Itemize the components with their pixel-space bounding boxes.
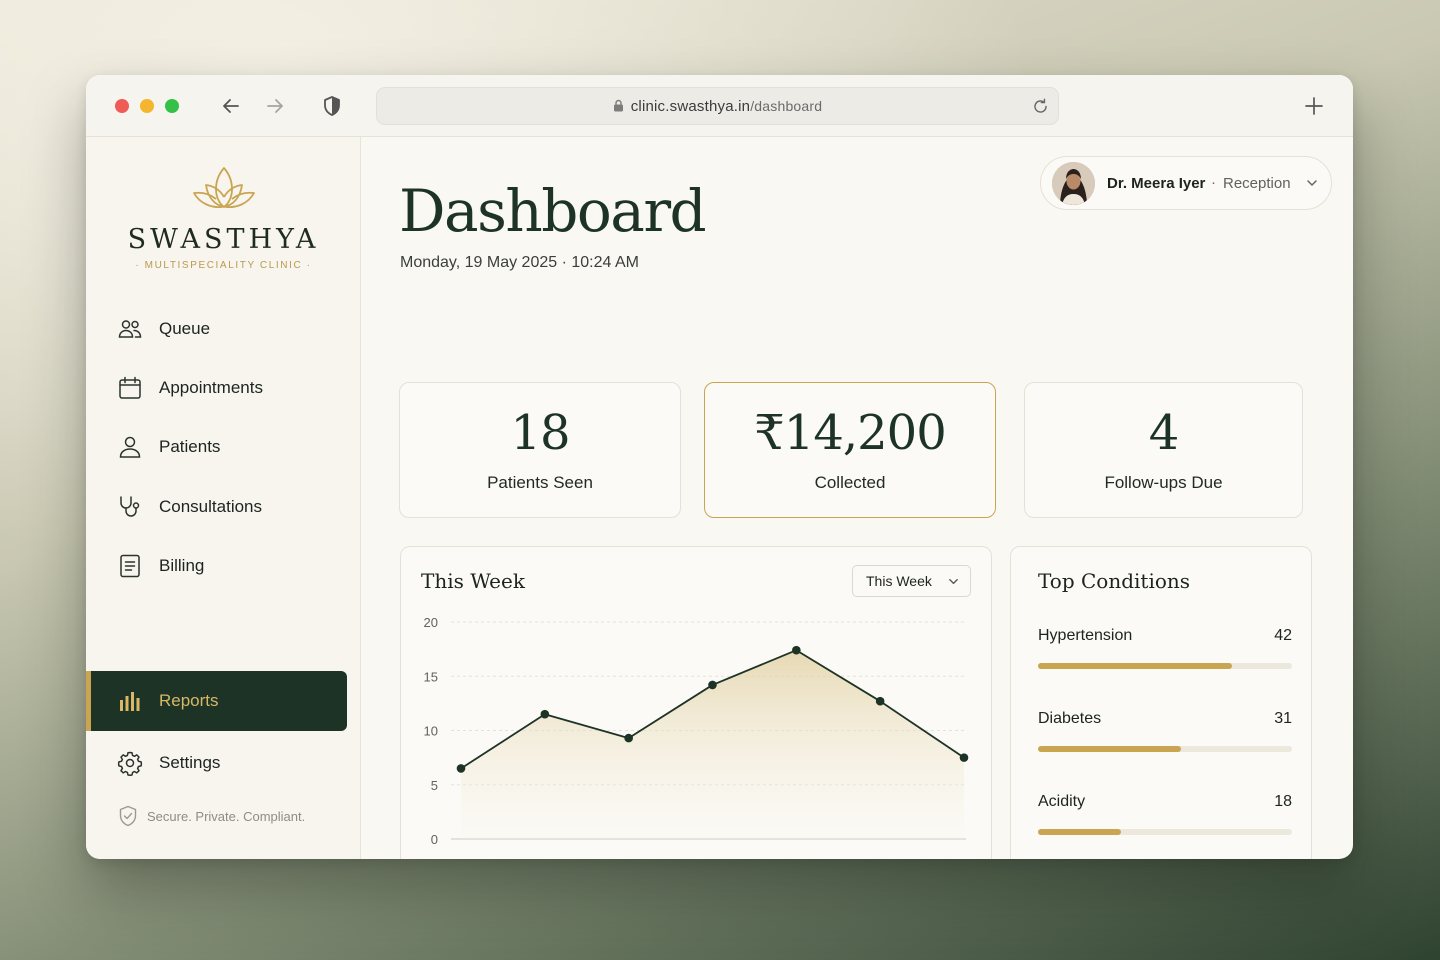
browser-titlebar: clinic.swasthya.in/dashboard [86, 75, 1353, 137]
stat-value: 4 [1148, 405, 1180, 461]
maximize-window-button[interactable] [165, 99, 179, 113]
area-fill [461, 650, 964, 839]
sidebar-item-label: Billing [159, 556, 205, 575]
stat-value: 18 [510, 405, 570, 461]
sidebar: SWASTHYA · MULTISPECIALITY CLINIC · Queu… [86, 137, 361, 859]
y-tick-label: 5 [431, 778, 438, 793]
sidebar-item-reports[interactable]: Reports [86, 671, 347, 731]
stat-card-patients-seen: 18 Patients Seen [399, 382, 681, 518]
sidebar-item-settings[interactable]: Settings [86, 733, 347, 793]
x-tick-label: Wed [612, 857, 641, 859]
document-icon [120, 554, 140, 578]
y-tick-label: 20 [424, 615, 438, 630]
condition-bar-track [1038, 663, 1292, 669]
condition-bar-track [1038, 829, 1292, 835]
sidebar-item-billing[interactable]: Billing [86, 536, 347, 596]
minimize-window-button[interactable] [140, 99, 154, 113]
data-point [456, 764, 466, 773]
x-tick-label: Fri [781, 857, 797, 859]
condition-count: 18 [1274, 793, 1292, 810]
sidebar-item-label: Appointments [159, 378, 263, 397]
panel-title: Top Conditions [1038, 569, 1191, 593]
close-window-button[interactable] [115, 99, 129, 113]
avatar [1052, 162, 1095, 205]
page-title: Dashboard [399, 177, 707, 245]
condition-count: 31 [1274, 710, 1292, 727]
sidebar-item-label: Reports [159, 691, 219, 710]
security-footer-text: Secure. Private. Compliant. [147, 808, 306, 824]
condition-name: Hypertension [1038, 627, 1133, 644]
x-tick-label: Thu [697, 857, 721, 859]
x-tick-label: Tue [531, 857, 555, 859]
data-point [540, 709, 550, 719]
user-role: Reception [1223, 175, 1291, 192]
stat-label: Patients Seen [487, 473, 593, 492]
stat-label: Collected [814, 473, 886, 492]
condition-name: Acidity [1038, 793, 1086, 810]
sidebar-item-appointments[interactable]: Appointments [86, 358, 347, 418]
sidebar-item-label: Settings [159, 753, 221, 772]
sidebar-item-label: Queue [159, 319, 211, 338]
sidebar-item-patients[interactable]: Patients [86, 417, 347, 477]
x-tick-label: Sat [859, 857, 880, 859]
person-icon [119, 436, 141, 458]
shield-check-icon [119, 805, 137, 827]
calendar-icon [119, 376, 141, 399]
main-content: Dashboard Monday, 19 May 2025 · 10:24 AM… [362, 137, 1353, 859]
weekly-chart-panel: This Week This Week 0 5 10 15 20 Mon Tue Wed Thu… [400, 546, 992, 859]
user-name: Dr. Meera Iyer [1107, 175, 1206, 192]
gear-icon [117, 751, 143, 776]
data-point [708, 680, 717, 690]
lotus-logo-icon [193, 167, 255, 209]
browser-window: clinic.swasthya.in/dashboard SWASTHYA · … [86, 75, 1353, 859]
stat-card-collected: ₹14,200 Collected [704, 382, 996, 518]
brand-name: SWASTHYA [127, 224, 320, 255]
url-domain: clinic.swasthya.in [630, 98, 751, 115]
sidebar-item-label: Patients [159, 437, 221, 456]
url-path: /dashboard [750, 98, 823, 114]
data-point [875, 696, 885, 706]
stat-card-follow-ups: 4 Follow-ups Due [1024, 382, 1303, 518]
condition-name: Diabetes [1038, 710, 1102, 727]
bar-chart-icon [120, 692, 140, 711]
people-icon [118, 320, 142, 338]
weekly-area-chart: 0 5 10 15 20 Mon Tue Wed Thu Fri Sat Sun [424, 615, 969, 859]
chevron-down-icon [1307, 180, 1317, 186]
new-tab-plus-icon[interactable] [1302, 94, 1326, 118]
page-date: Monday, 19 May 2025 · 10:24 AM [400, 254, 639, 271]
data-point [792, 645, 801, 655]
forward-arrow-icon[interactable] [263, 94, 287, 118]
shield-icon[interactable] [320, 94, 344, 118]
condition-bar-track [1038, 746, 1292, 752]
back-arrow-icon[interactable] [219, 94, 243, 118]
sidebar-item-queue[interactable]: Queue [86, 299, 347, 359]
user-menu-button[interactable]: Dr. Meera Iyer · Reception [1040, 156, 1332, 210]
condition-count: 42 [1274, 627, 1292, 644]
y-tick-label: 10 [424, 724, 438, 739]
y-tick-label: 15 [424, 669, 438, 684]
condition-bar-fill [1038, 663, 1232, 669]
x-tick-label: Sun [939, 857, 964, 859]
lock-icon [613, 99, 623, 112]
user-avatar-image [1052, 162, 1095, 205]
stethoscope-icon [120, 496, 140, 517]
security-footer: Secure. Private. Compliant. [118, 805, 305, 827]
data-point [624, 733, 633, 743]
url-text: clinic.swasthya.in/dashboard [377, 98, 1058, 115]
x-tick-label: Mon [450, 857, 477, 859]
brand-subtitle: · MULTISPECIALITY CLINIC · [135, 260, 312, 271]
stat-label: Follow-ups Due [1104, 473, 1223, 492]
sidebar-item-consultations[interactable]: Consultations [86, 477, 347, 537]
stat-value: ₹14,200 [754, 405, 947, 461]
address-bar[interactable]: clinic.swasthya.in/dashboard [376, 87, 1059, 125]
sidebar-item-label: Consultations [159, 497, 263, 516]
reload-icon[interactable] [1031, 97, 1050, 116]
data-point [959, 753, 969, 762]
y-tick-label: 0 [431, 832, 438, 847]
user-separator: · [1211, 174, 1216, 191]
condition-bar-fill [1038, 829, 1122, 835]
condition-bar-fill [1038, 746, 1182, 752]
top-conditions-panel: Top Conditions Hypertension 42 Diabetes … [1010, 546, 1312, 859]
